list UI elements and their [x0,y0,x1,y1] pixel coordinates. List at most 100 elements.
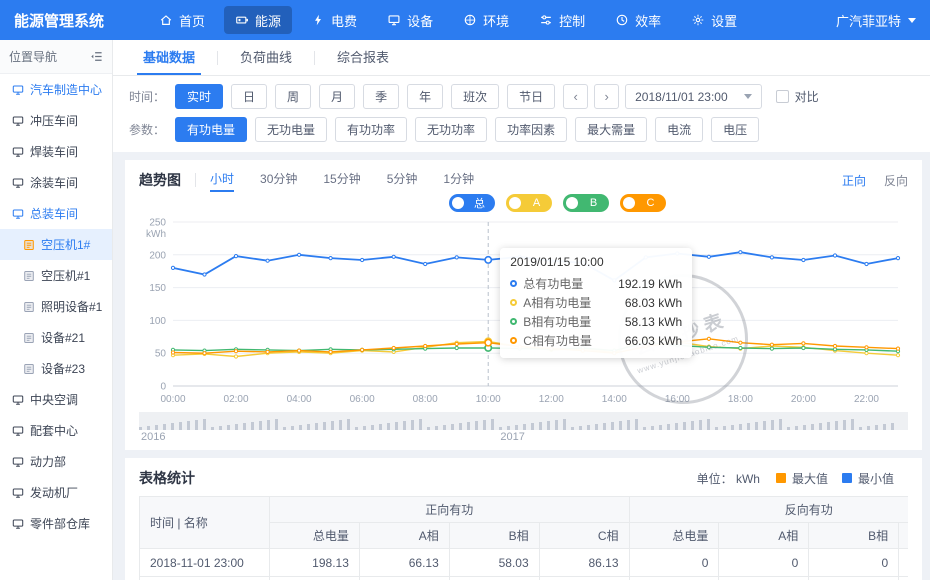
param-option-3[interactable]: 无功功率 [415,117,487,142]
zoom-bar [707,419,710,430]
sidebar-item-13[interactable]: 发动机厂 [0,477,112,508]
time-option-0[interactable]: 实时 [175,84,223,109]
sidebar-item-label: 空压机#1 [41,267,90,284]
svg-text:14:00: 14:00 [602,394,627,405]
zoom-bar [211,427,214,430]
nav-item-energy[interactable]: 能源 [224,6,292,34]
toggle-knob [566,197,578,209]
sidebar-item-11[interactable]: 配套中心 [0,415,112,446]
collapse-icon[interactable] [90,50,103,63]
param-option-4[interactable]: 功率因素 [495,117,567,142]
param-option-5[interactable]: 最大需量 [575,117,647,142]
interval-tab-2[interactable]: 15分钟 [323,168,360,192]
sidebar-item-label: 中央空调 [30,391,78,408]
stats-table: 时间 | 名称正向有功反向有功总电量A相B相C相总电量A相B相C相2018-11… [139,496,908,580]
unit-label: 单位： kWh [697,470,760,487]
monitor-icon [12,394,24,406]
prev-period-button[interactable]: ‹ [563,84,588,109]
sidebar-item-6[interactable]: 空压机#1 [0,260,112,291]
param-option-0[interactable]: 有功电量 [175,117,247,142]
nav-item-control[interactable]: 控制 [528,6,596,34]
next-period-button[interactable]: › [594,84,619,109]
zoom-bar [715,427,718,430]
zoom-bar [243,423,246,430]
param-option-7[interactable]: 电压 [711,117,759,142]
table-row[interactable]: 2018-11-01 22:00228.1386.1366.1355.03000… [140,577,909,580]
time-option-4[interactable]: 季 [363,84,399,109]
zoom-bar [219,426,222,430]
sidebar-item-9[interactable]: 设备#23 [0,353,112,384]
time-option-3[interactable]: 月 [319,84,355,109]
nav-item-efficiency[interactable]: 效率 [604,6,672,34]
nav-item-electricity-fee[interactable]: 电费 [300,6,368,34]
interval-tab-0[interactable]: 小时 [210,168,234,192]
timeline-year-labels: 20162017 [139,431,908,444]
toggle-knob [623,197,635,209]
time-option-1[interactable]: 日 [231,84,267,109]
zoom-bar [555,420,558,430]
time-option-5[interactable]: 年 [407,84,443,109]
param-option-2[interactable]: 有功功率 [335,117,407,142]
toggle-knob [509,197,521,209]
nav-item-environment[interactable]: 环境 [452,6,520,34]
table-legend: 最大值最小值 [776,470,908,487]
direction-option-1[interactable]: 反向 [884,172,908,189]
zoom-bar [155,425,158,430]
nav-item-device[interactable]: 设备 [376,6,444,34]
efficiency-icon [615,13,629,27]
interval-tab-4[interactable]: 1分钟 [443,168,474,192]
legend-toggle-0[interactable]: 总 [449,194,495,212]
datetime-select[interactable]: 2018/11/01 23:00 [625,84,762,109]
param-filter-label: 参数： [129,121,175,138]
time-option-6[interactable]: 班次 [451,84,499,109]
sidebar-item-2[interactable]: 焊装车间 [0,136,112,167]
interval-tab-3[interactable]: 5分钟 [387,168,418,192]
tab-2[interactable]: 综合报表 [315,40,411,75]
tab-0[interactable]: 基础数据 [121,40,217,75]
sidebar-item-8[interactable]: 设备#21 [0,322,112,353]
sidebar-item-14[interactable]: 零件部仓库 [0,508,112,539]
nav-label: 效率 [635,11,661,30]
sidebar-item-0[interactable]: 汽车制造中心 [0,74,112,105]
time-filter-label: 时间： [129,88,175,105]
tooltip-series-value: 58.13 kWh [625,315,682,329]
legend-toggle-2[interactable]: B [563,194,609,212]
zoom-bar [635,419,638,430]
environment-icon [463,13,477,27]
legend-toggle-3[interactable]: C [620,194,666,212]
zoom-bar [819,423,822,430]
compare-label: 对比 [795,88,819,105]
compare-checkbox[interactable]: 对比 [776,88,819,105]
series-dot-icon [510,318,517,325]
legend-toggle-1[interactable]: A [506,194,552,212]
interval-tab-1[interactable]: 30分钟 [260,168,297,192]
param-option-6[interactable]: 电流 [655,117,703,142]
time-option-7[interactable]: 节日 [507,84,555,109]
svg-text:18:00: 18:00 [728,394,753,405]
zoom-bar [595,424,598,430]
cell-value: 0 [899,549,908,577]
param-options: 有功电量无功电量有功功率无功功率功率因素最大需量电流电压 [175,117,767,142]
sidebar-item-3[interactable]: 涂装车间 [0,167,112,198]
zoom-bar [587,425,590,430]
nav-item-settings[interactable]: 设置 [680,6,748,34]
zoom-bar [387,423,390,430]
sidebar-item-10[interactable]: 中央空调 [0,384,112,415]
legend-label: 总 [464,195,495,211]
sidebar-item-5[interactable]: 空压机1# [0,229,112,260]
zoom-bar [619,421,622,430]
sidebar-item-4[interactable]: 总装车间 [0,198,112,229]
sidebar-item-7[interactable]: 照明设备#1 [0,291,112,322]
timeline-zoom-slider[interactable] [139,412,908,430]
nav-item-home[interactable]: 首页 [148,6,216,34]
table-row[interactable]: 2018-11-01 23:00198.1366.1358.0386.13000… [140,549,909,577]
tooltip-row: B相有功电量58.13 kWh [510,312,682,331]
sidebar-item-1[interactable]: 冲压车间 [0,105,112,136]
param-option-1[interactable]: 无功电量 [255,117,327,142]
tab-1[interactable]: 负荷曲线 [218,40,314,75]
sidebar-item-12[interactable]: 动力部 [0,446,112,477]
tooltip-row: A相有功电量68.03 kWh [510,293,682,312]
direction-option-0[interactable]: 正向 [842,172,866,189]
user-menu[interactable]: 广汽菲亚特 [836,11,916,30]
time-option-2[interactable]: 周 [275,84,311,109]
